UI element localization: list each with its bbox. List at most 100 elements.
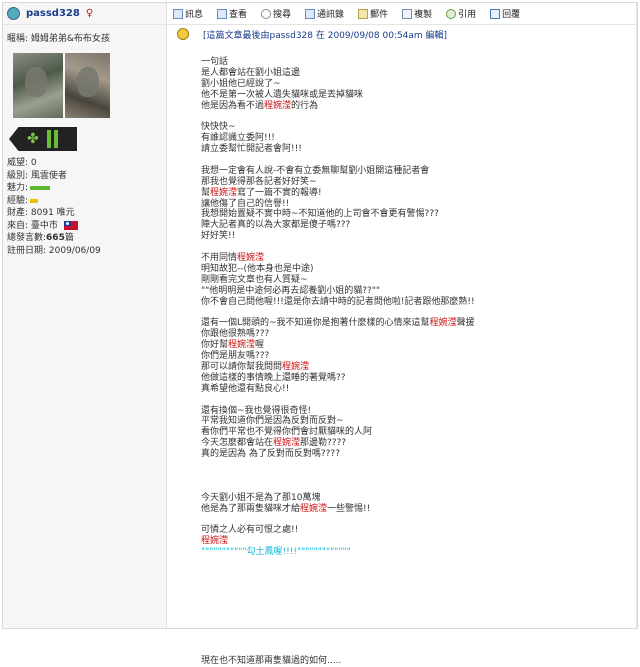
post-text: 你跟他很熟嗎??? (201, 329, 270, 340)
post-line: """""""""""勾土鳳喔!!!!""""""""""""" (201, 547, 637, 558)
post-line: 他是為了那兩隻貓咪才給程婉滢一些警惕!! (201, 504, 637, 515)
experience-bar (30, 198, 39, 203)
avatar (13, 53, 110, 118)
post-text: 還有一個L開頭的~我不知道你是抱著什麼樣的心情來這幫 (201, 318, 430, 329)
smiley-icon (177, 28, 189, 40)
post-text: 可憐之人必有可恨之處!! (201, 525, 299, 536)
post-text: 明知故犯--(他本身也是中途) (201, 263, 314, 274)
post-text: 陣大記者真的以為大家都是傻子嗎??? (201, 220, 351, 231)
post-line: 一句話 (201, 57, 637, 68)
colored-text: """""""""""勾土鳳喔!!!!""""""""""""" (201, 547, 351, 558)
toolbar-reply-button[interactable]: 回覆 (490, 7, 520, 20)
post-text: 快快快~ (201, 122, 236, 133)
post-line (201, 307, 637, 318)
post-container: passd328 ♀ 暱稱: 姆姆弟弟&布布女孩 ✤ 威望: 0 級別: 風雲使… (2, 2, 638, 666)
highlighted-name: 程婉滢 (300, 503, 328, 514)
toolbar-quote-button[interactable]: 引用 (446, 7, 476, 20)
post-text: 他做這樣的事情晚上還睡的著覺嗎?? (201, 372, 346, 383)
post-panel: 訊息 查看 搜尋 通訊錄 郵件 複製 引用 回覆 [這篇文章最後由passd32… (167, 3, 637, 666)
post-line: 你好幫程婉滢喔 (201, 340, 637, 351)
post-line: 還有一個L開頭的~我不知道你是抱著什麼樣的心情來這幫程婉滢聲援 (201, 318, 637, 329)
highlighted-name: 程婉滢 (273, 438, 301, 449)
post-text: 真希望他還有點良心!! (201, 383, 290, 394)
highlighted-name: 程婉滢 (237, 253, 265, 264)
post-line: 還有換個~我也覺得很奇怪! (201, 406, 637, 417)
post-line: 他是因為看不過程婉滢的行為 (201, 101, 637, 112)
post-line: 那我也覺得那各記者好好笑~ (201, 177, 637, 188)
author-name[interactable]: passd328 (26, 8, 80, 19)
stat-charm: 魅力: (7, 182, 166, 195)
post-line: 我想一定會有人說-不會有立委無聊幫劉小姐開這種記者會 (201, 166, 637, 177)
post-text: 你不會自己問他喔!!!還是你去請中時的記者問他啦!記者跟他那麼熟!! (201, 296, 475, 307)
post-line: 那可以請你幫我問問程婉滢 (201, 362, 637, 373)
post-line: 你跟他很熟嗎??? (201, 329, 637, 340)
post-text: 今天劉小姐不是為了那10萬塊 (201, 492, 321, 503)
stat-wealth: 財產: 8091 唯元 (7, 208, 75, 218)
post-text: 劉小姐他已經說了~ (201, 78, 281, 89)
info-icon (173, 8, 183, 19)
address-book-icon (305, 8, 316, 19)
post-text: 寫了一篇不實的報導! (237, 187, 322, 198)
post-body: 一句話 是人都會站在劉小姐這邊 劉小姐他已經說了~ 他不是第一次被人遺失貓咪或是丟掉貓… (167, 43, 637, 667)
online-status-icon (7, 7, 20, 20)
post-line: 有誰認識立委阿!!! (201, 133, 637, 144)
post-line: 我想開始置疑不實中時~不知道他的上司會不會更有警惕??? (201, 209, 637, 220)
post-line: 真希望他還有點良心!! (201, 384, 637, 395)
post-line (201, 460, 637, 471)
stat-register-date: 註冊日期: 2009/06/09 (7, 245, 101, 256)
post-text: 讓他傷了自己的信譽!! (201, 198, 290, 209)
post-text: 看你們平常也不覺得你們會討厭貓咪的人阿 (201, 427, 373, 438)
post-text: 他是為了那兩隻貓咪才給 (201, 503, 301, 514)
post-line (201, 591, 637, 602)
post-line: 你不會自己問他喔!!!還是你去請中時的記者問他啦!記者跟他那麼熟!! (201, 297, 637, 308)
post-text: 現在也不知道那兩隻貓過的如何..... (201, 655, 342, 666)
post-line: 請立委幫忙開記者會阿!!! (201, 144, 637, 155)
toolbar-copy-button[interactable]: 複製 (402, 7, 432, 20)
post-line (201, 111, 637, 122)
post-line: 他不是第一次被人遺失貓咪或是丟掉貓咪 (201, 90, 637, 101)
stat-experience: 經驗: (7, 195, 166, 208)
toolbar-address-book-button[interactable]: 通訊錄 (305, 7, 344, 20)
stat-prestige: 威望: 0 (7, 158, 37, 168)
toolbar-view-button[interactable]: 查看 (217, 7, 247, 20)
post-line: 好好笑!! (201, 231, 637, 242)
post-line: 現在也不知道那兩隻貓過的如何..... (201, 656, 637, 667)
post-text: 的行為 (291, 100, 319, 111)
post-line (201, 558, 637, 569)
post-line (201, 623, 637, 634)
clover-icon: ✤ (27, 131, 39, 147)
view-icon (217, 8, 228, 19)
quote-icon (446, 8, 457, 19)
post-text: 你們是朋友嗎??? (201, 351, 270, 362)
post-line: 明知故犯--(他本身也是中途) (201, 264, 637, 275)
post-text: ""他明明是中途何必再去認養劉小姐的貓??"" (201, 285, 381, 296)
gender-icon: ♀ (85, 8, 94, 19)
taiwan-flag-icon (63, 221, 78, 231)
stat-post-count: 總發言數: 665 篇 (7, 233, 74, 243)
post-text: 一些警惕!! (327, 503, 371, 514)
post-line: 程婉滢 (201, 536, 637, 547)
post-line (201, 580, 637, 591)
post-text: 有誰認識立委阿!!! (201, 133, 275, 144)
post-text: 真的是因為 為了反對而反對嗎???? (201, 449, 340, 460)
toolbar-mail-button[interactable]: 郵件 (358, 7, 388, 20)
post-text: 好好笑!! (201, 231, 236, 242)
post-text: 請立委幫忙開記者會阿!!! (201, 144, 302, 155)
post-line: 劉小姐他已經說了~ (201, 79, 637, 90)
post-text: 幫 (201, 187, 211, 198)
stat-level: 級別: 風雲使者 (7, 170, 67, 181)
post-line (201, 155, 637, 166)
mail-icon (358, 8, 369, 19)
post-text: 我想一定會有人說-不會有立委無聊幫劉小姐開這種記者會 (201, 165, 430, 176)
post-line (201, 514, 637, 525)
post-line: 陣大記者真的以為大家都是傻子嗎??? (201, 220, 637, 231)
post-line: 可憐之人必有可恨之處!! (201, 525, 637, 536)
post-line: 是人都會站在劉小姐這邊 (201, 68, 637, 79)
post-text: 那邊勒???? (300, 438, 347, 449)
post-line: 你們是朋友嗎??? (201, 351, 637, 362)
post-text: 聲援 (456, 318, 475, 329)
toolbar-search-button[interactable]: 搜尋 (261, 7, 291, 20)
post-line (201, 482, 637, 493)
toolbar-info-button[interactable]: 訊息 (173, 7, 203, 20)
post-line: 真的是因為 為了反對而反對嗎???? (201, 449, 637, 460)
